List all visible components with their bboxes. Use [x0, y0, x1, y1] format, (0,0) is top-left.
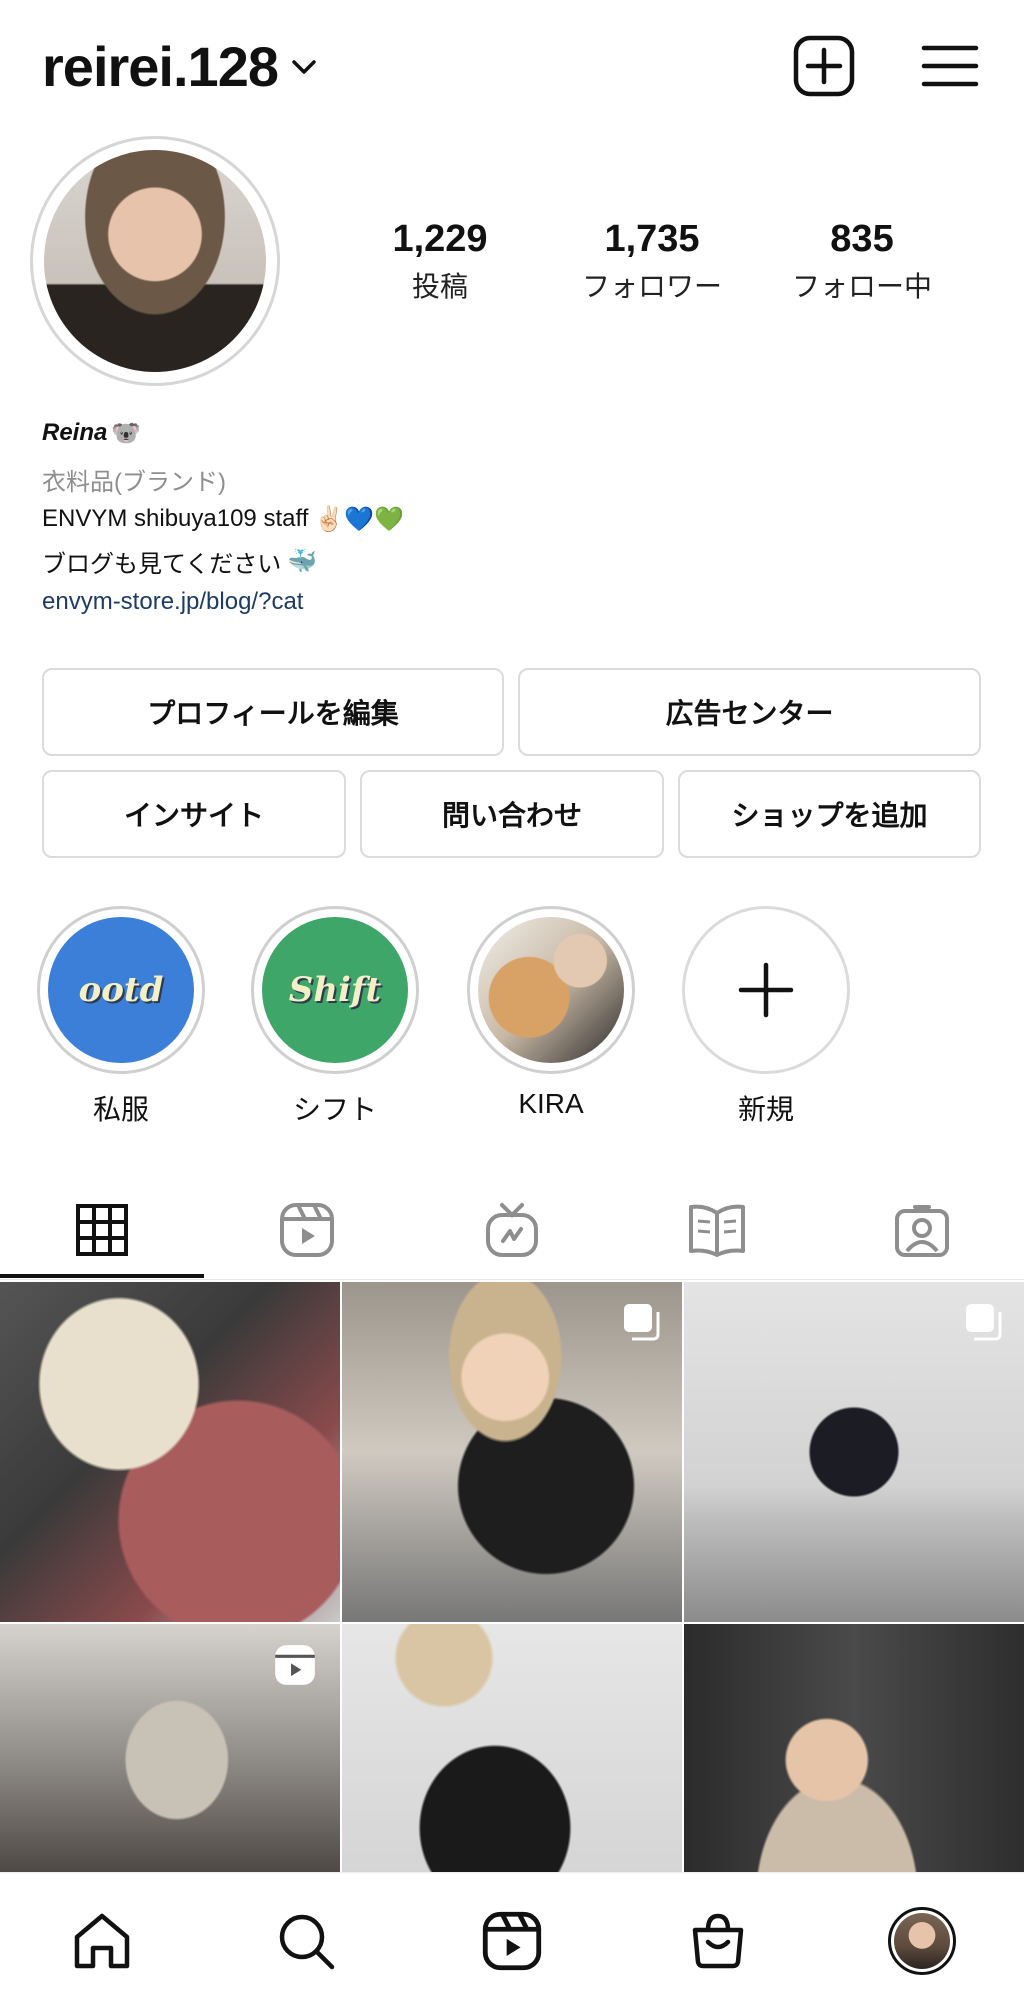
highlight-ring: ootd [37, 906, 205, 1074]
bio-line-2: ブログも見てください 🐳 [42, 540, 982, 582]
highlight-cover: ootd [48, 917, 194, 1063]
nav-search[interactable] [272, 1907, 340, 1975]
profile-avatar-image [894, 1913, 950, 1969]
search-icon [279, 1914, 335, 1970]
display-name-text: Reina [42, 419, 108, 446]
account-switcher[interactable]: reirei.128 [42, 34, 320, 99]
followers-count[interactable]: 1,735 フォロワー [552, 218, 752, 305]
highlight-kira[interactable]: KIRA [466, 906, 636, 1120]
profile-tabs [0, 1180, 1024, 1280]
highlight-label: 新規 [737, 1094, 794, 1125]
chevron-down-icon [292, 59, 316, 74]
posts-count-label: 投稿 [411, 271, 468, 302]
profile-header: reirei.128 [0, 0, 1024, 130]
hamburger-menu-icon[interactable] [916, 32, 984, 100]
display-name: Reina 🐨 [42, 412, 982, 454]
highlight-cover-text: Shift [288, 970, 382, 1010]
followers-count-value: 1,735 [604, 218, 700, 260]
highlight-ring [682, 906, 850, 1074]
nav-home[interactable] [68, 1907, 136, 1975]
tab-posts-grid[interactable] [0, 1180, 204, 1280]
bottom-navigation [0, 1872, 1024, 2003]
grid-icon [76, 1204, 128, 1256]
add-shop-button[interactable]: ショップを追加 [678, 770, 981, 858]
highlight-shift[interactable]: Shift シフト [250, 906, 420, 1128]
following-count-value: 835 [830, 218, 894, 260]
following-count-label: フォロー中 [791, 271, 932, 302]
post-tile[interactable] [0, 1282, 340, 1622]
profile-avatar-ring[interactable] [30, 136, 280, 386]
category-label: 衣料品(ブランド) [42, 469, 226, 496]
highlight-label: 私服 [92, 1094, 149, 1125]
koala-emoji: 🐨 [111, 419, 142, 447]
post-tile[interactable] [342, 1282, 682, 1622]
bio-line-2-text: ブログも見てください [42, 550, 282, 578]
insights-button[interactable]: インサイト [42, 770, 346, 858]
posts-count-value: 1,229 [392, 218, 488, 260]
ad-center-button[interactable]: 広告センター [518, 668, 981, 756]
highlight-label: KIRA [518, 1088, 584, 1119]
igtv-icon [486, 1203, 538, 1257]
highlight-cover: Shift [262, 917, 408, 1063]
tab-reels[interactable] [205, 1180, 409, 1280]
posts-count[interactable]: 1,229 投稿 [340, 218, 540, 305]
highlight-ring [467, 906, 635, 1074]
followers-count-label: フォロワー [581, 271, 722, 302]
post-tile[interactable] [684, 1282, 1024, 1622]
plus-icon [738, 962, 794, 1018]
tab-tagged[interactable] [820, 1180, 1024, 1280]
highlight-label: シフト [292, 1094, 377, 1125]
edit-profile-button[interactable]: プロフィールを編集 [42, 668, 504, 756]
posts-grid [0, 1282, 1024, 1964]
home-icon [74, 1913, 130, 1969]
highlight-cover-text: ootd [78, 970, 164, 1010]
highlight-ring: Shift [251, 906, 419, 1074]
profile-avatar [44, 150, 266, 372]
username: reirei.128 [42, 35, 279, 98]
reels-icon [280, 1203, 334, 1257]
carousel-icon [966, 1304, 1002, 1341]
tagged-icon [895, 1205, 949, 1257]
shop-icon [692, 1913, 744, 1969]
highlight-cover-photo [478, 917, 624, 1063]
profile-avatar [888, 1907, 956, 1975]
reels-icon [275, 1645, 315, 1685]
guides-icon [689, 1204, 745, 1257]
highlight-ootd[interactable]: ootd 私服 [36, 906, 206, 1128]
nav-shop[interactable] [684, 1907, 752, 1975]
whale-emoji: 🐳 [287, 547, 318, 575]
reels-icon [482, 1911, 542, 1971]
following-count[interactable]: 835 フォロー中 [762, 218, 962, 305]
nav-profile[interactable] [888, 1907, 956, 1975]
tab-igtv[interactable] [410, 1180, 614, 1280]
profile-bio: Reina 🐨 衣料品(ブランド) ENVYM shibuya109 staff… [42, 412, 982, 622]
tab-guides[interactable] [615, 1180, 819, 1280]
bio-line-1-emoji: ✌🏻💙💚 [314, 505, 405, 533]
contact-button[interactable]: 問い合わせ [360, 770, 664, 858]
nav-reels[interactable] [478, 1907, 546, 1975]
bio-link[interactable]: envym-store.jp/blog/?cat [42, 582, 982, 622]
bio-line-1-text: ENVYM shibuya109 staff [42, 505, 309, 532]
highlight-new[interactable]: 新規 [681, 906, 851, 1128]
carousel-icon [624, 1304, 660, 1341]
create-post-button[interactable] [790, 32, 858, 100]
bio-line-1: ENVYM shibuya109 staff ✌🏻💙💚 [42, 498, 982, 540]
active-tab-indicator [0, 1274, 204, 1278]
